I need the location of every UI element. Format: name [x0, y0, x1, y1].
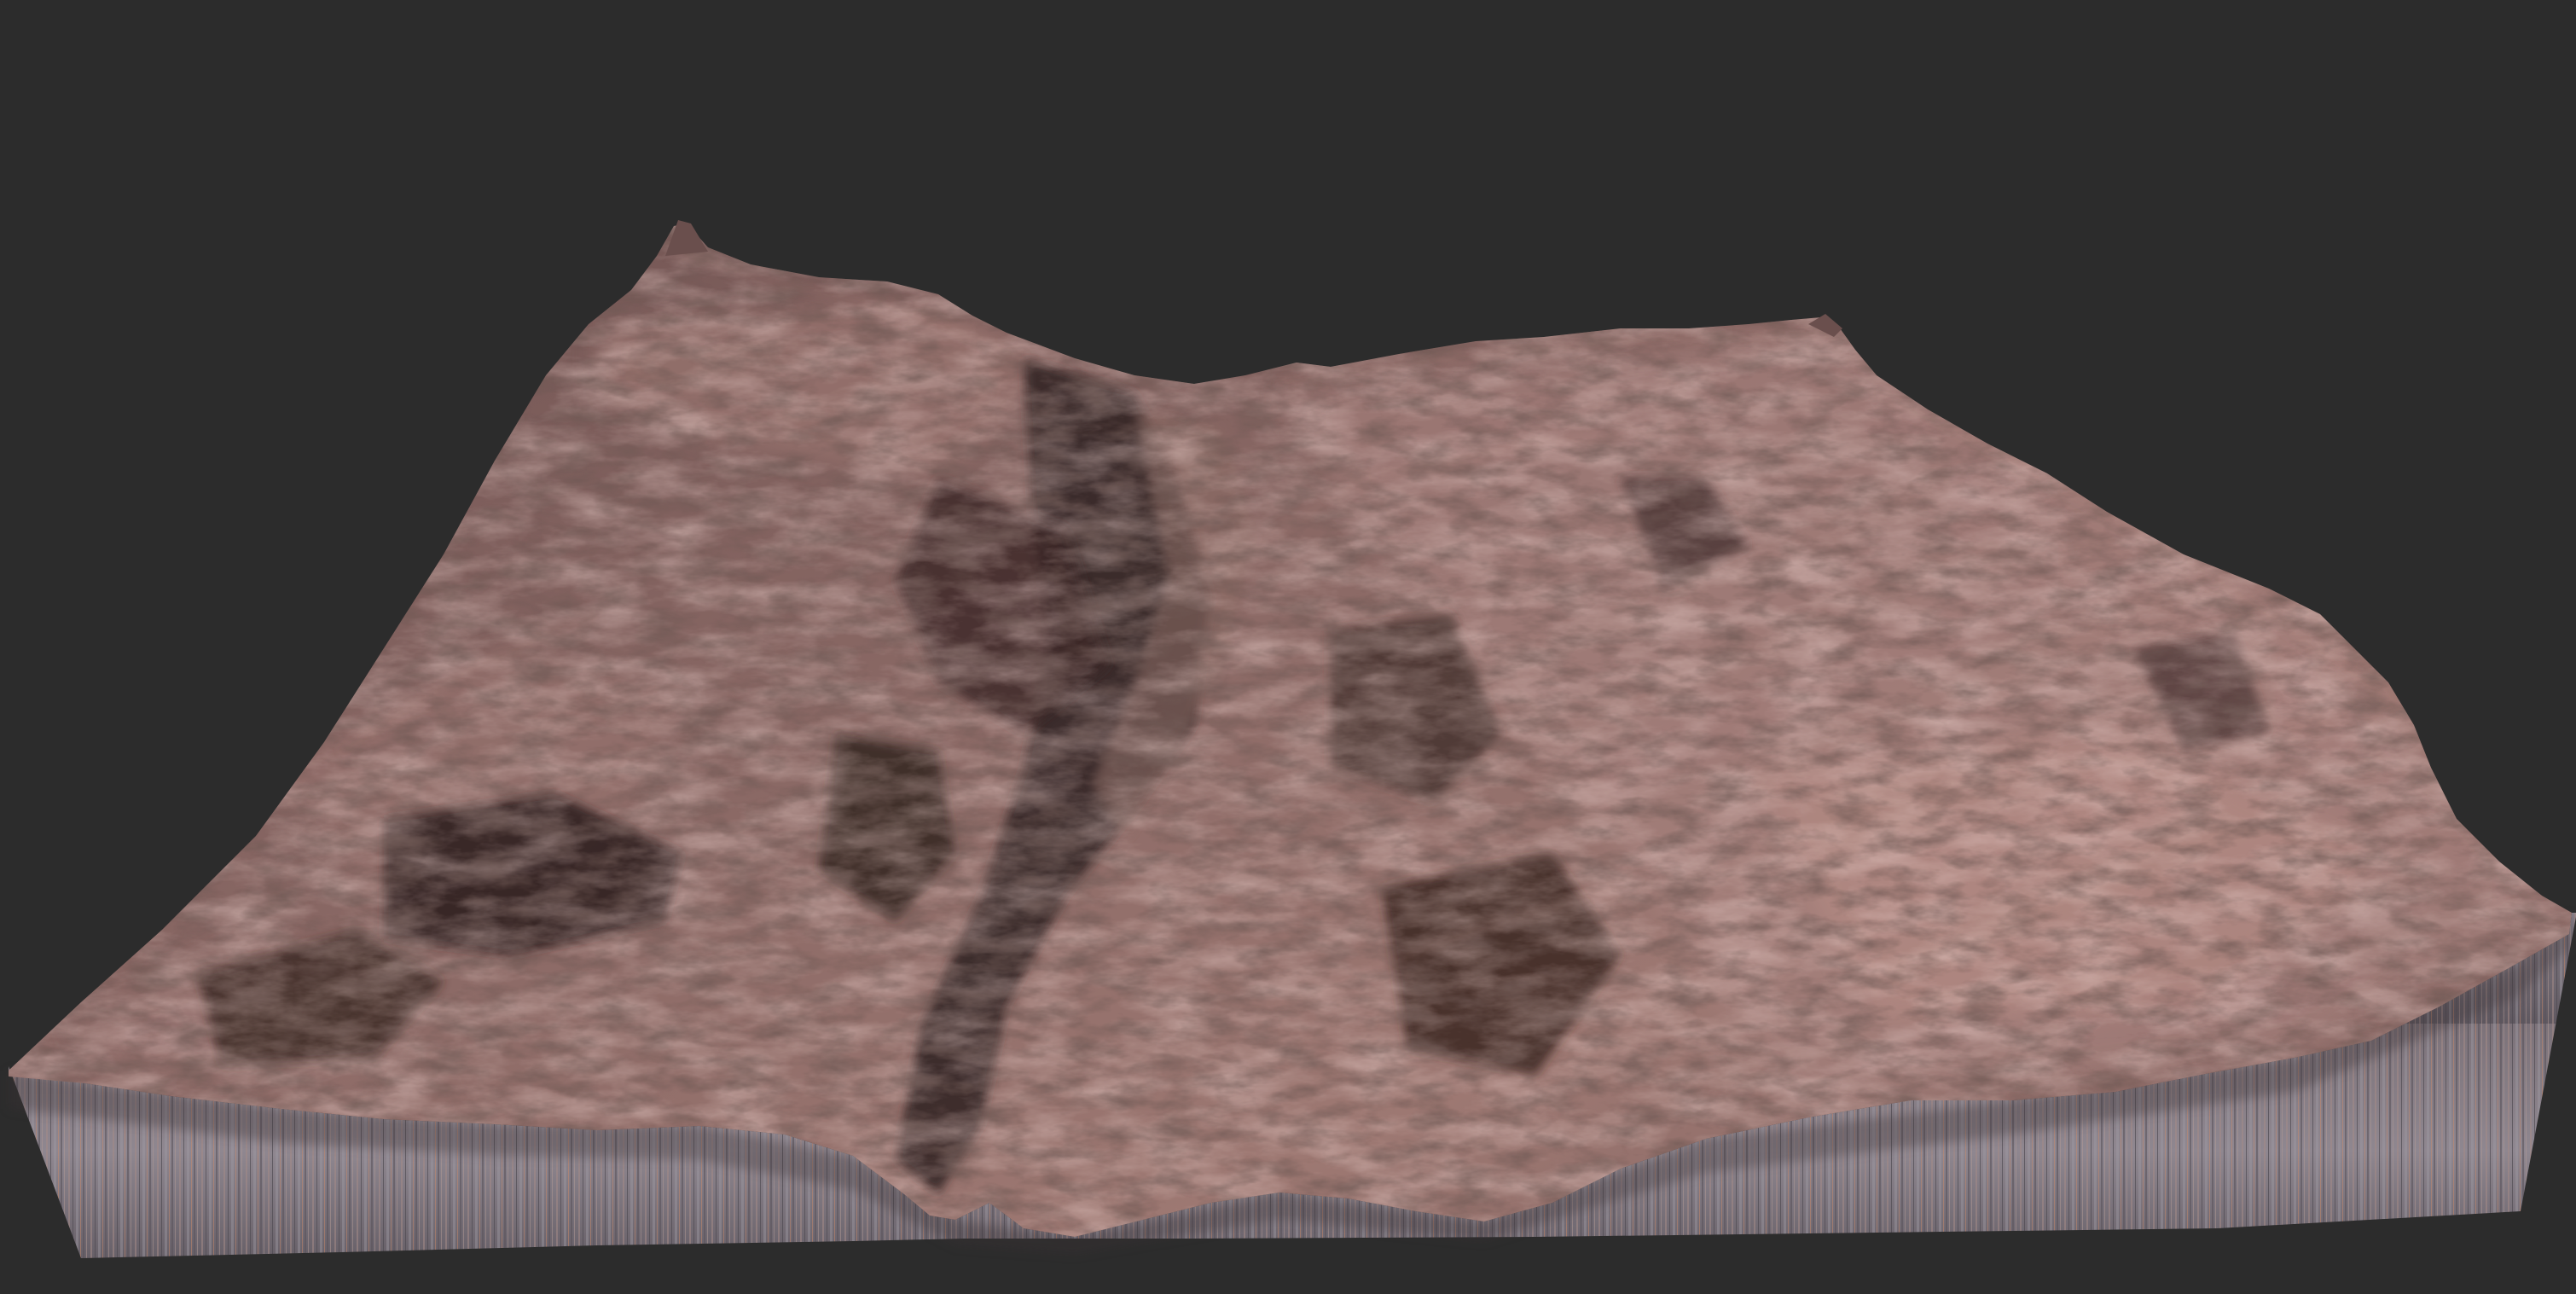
- terrain-render[interactable]: [0, 0, 2576, 1294]
- 3d-viewport[interactable]: [0, 0, 2576, 1294]
